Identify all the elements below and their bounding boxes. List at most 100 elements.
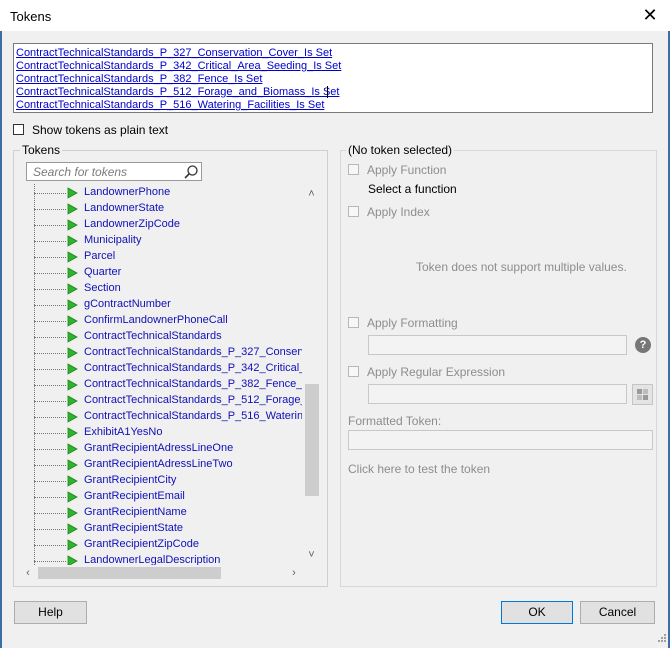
scroll-right-icon[interactable]: › — [286, 565, 302, 581]
token-arrow-icon — [67, 379, 78, 391]
tree-item-label: ExhibitA1YesNo — [84, 426, 163, 438]
search-placeholder: Search for tokens — [33, 165, 128, 179]
token-arrow-icon — [67, 539, 78, 551]
token-arrow-icon — [67, 395, 78, 407]
tree-item-label: GrantRecipientAdressLineTwo — [84, 458, 233, 470]
tree-item[interactable]: ContractTechnicalStandards_P_382_Fence_I… — [18, 377, 302, 393]
tree-item[interactable]: ContractTechnicalStandards_P_327_Conserv… — [18, 345, 302, 361]
tree-item[interactable]: GrantRecipientCity — [18, 473, 302, 489]
token-arrow-icon — [67, 331, 78, 343]
close-icon[interactable]: ✕ — [638, 3, 662, 27]
horizontal-scroll-thumb[interactable] — [38, 567, 221, 579]
scroll-left-icon[interactable]: ‹ — [20, 565, 36, 581]
regex-builder-button[interactable] — [632, 384, 653, 405]
tokens-group-caption: Tokens — [20, 143, 63, 157]
token-line[interactable]: ContractTechnicalStandards_P_382_Fence_I… — [16, 73, 262, 85]
tree-item-label: ContractTechnicalStandards_P_516_Waterin… — [84, 410, 302, 422]
tree-connector — [34, 433, 66, 434]
token-arrow-icon — [67, 459, 78, 471]
resize-grip-icon[interactable] — [655, 633, 667, 645]
tree-connector — [34, 529, 66, 530]
token-arrow-icon — [67, 555, 78, 565]
tree-item[interactable]: GrantRecipientName — [18, 505, 302, 521]
tree-item-label: gContractNumber — [84, 298, 171, 310]
tree-horizontal-scrollbar[interactable]: ‹ › — [18, 565, 303, 581]
token-line[interactable]: ContractTechnicalStandards_P_512_Forage_… — [16, 86, 339, 98]
tree-item[interactable]: Quarter — [18, 265, 302, 281]
ok-button[interactable]: OK — [501, 601, 573, 624]
apply-function-label: Apply Function — [367, 163, 447, 177]
scroll-up-icon[interactable]: ˄ — [303, 186, 320, 202]
formatting-field[interactable] — [368, 335, 627, 355]
show-plain-text-checkbox[interactable] — [13, 124, 24, 135]
text-caret — [327, 86, 328, 98]
regex-field[interactable] — [368, 384, 627, 404]
tree-item[interactable]: ContractTechnicalStandards_P_516_Waterin… — [18, 409, 302, 425]
token-tree[interactable]: LandownerPhone LandownerState LandownerZip… — [18, 184, 302, 565]
help-button[interactable]: Help — [14, 601, 87, 624]
token-text-box[interactable]: ContractTechnicalStandards_P_327_Conserv… — [13, 43, 653, 113]
tree-connector — [34, 241, 66, 242]
tree-item[interactable]: ContractTechnicalStandards_P_342_Critica… — [18, 361, 302, 377]
vertical-scroll-thumb[interactable] — [305, 384, 319, 496]
apply-index-checkbox[interactable] — [348, 206, 359, 217]
tree-item[interactable]: gContractNumber — [18, 297, 302, 313]
tree-item[interactable]: GrantRecipientAdressLineOne — [18, 441, 302, 457]
apply-formatting-checkbox[interactable] — [348, 317, 359, 328]
apply-index-label: Apply Index — [367, 205, 430, 219]
tree-item[interactable]: Municipality — [18, 233, 302, 249]
token-arrow-icon — [67, 219, 78, 231]
tree-item[interactable]: Parcel — [18, 249, 302, 265]
token-line[interactable]: ContractTechnicalStandards_P_342_Critica… — [16, 60, 341, 72]
cancel-button[interactable]: Cancel — [580, 601, 655, 624]
tree-item[interactable]: LandownerZipCode — [18, 217, 302, 233]
tree-item[interactable]: GrantRecipientState — [18, 521, 302, 537]
tree-item-label: GrantRecipientCity — [84, 474, 177, 486]
tree-item[interactable]: GrantRecipientEmail — [18, 489, 302, 505]
token-line[interactable]: ContractTechnicalStandards_P_516_Waterin… — [16, 99, 324, 111]
tree-connector — [34, 481, 66, 482]
token-arrow-icon — [67, 203, 78, 215]
search-input[interactable]: Search for tokens — [26, 162, 202, 181]
test-token-link[interactable]: Click here to test the token — [348, 462, 490, 476]
token-details-caption: (No token selected) — [346, 143, 455, 157]
token-arrow-icon — [67, 347, 78, 359]
select-function-text: Select a function — [368, 182, 457, 196]
tree-connector — [34, 209, 66, 210]
tree-vertical-scrollbar[interactable]: ˄ ˅ — [303, 184, 320, 565]
tree-connector — [34, 561, 66, 562]
tree-item-label: Parcel — [84, 250, 116, 262]
formatted-token-label: Formatted Token: — [348, 414, 442, 428]
token-arrow-icon — [67, 523, 78, 535]
token-arrow-icon — [67, 187, 78, 199]
tree-connector — [34, 353, 66, 354]
tree-connector — [34, 289, 66, 290]
tree-item[interactable]: ExhibitA1YesNo — [18, 425, 302, 441]
token-arrow-icon — [67, 283, 78, 295]
tree-item-label: ConfirmLandownerPhoneCall — [84, 314, 228, 326]
tree-item[interactable]: GrantRecipientZipCode — [18, 537, 302, 553]
tree-item[interactable]: LandownerState — [18, 201, 302, 217]
apply-function-checkbox[interactable] — [348, 164, 359, 175]
show-plain-text-label[interactable]: Show tokens as plain text — [32, 123, 168, 137]
token-arrow-icon — [67, 427, 78, 439]
tree-item-label: ContractTechnicalStandards_P_382_Fence_I… — [84, 378, 302, 390]
help-icon[interactable]: ? — [635, 337, 651, 353]
scroll-down-icon[interactable]: ˅ — [303, 547, 320, 563]
apply-regex-checkbox[interactable] — [348, 366, 359, 377]
tree-item[interactable]: LandownerPhone — [18, 185, 302, 201]
token-arrow-icon — [67, 315, 78, 327]
tree-item[interactable]: ContractTechnicalStandards_P_512_Forage_… — [18, 393, 302, 409]
tree-item-label: LandownerPhone — [84, 186, 171, 198]
tree-item[interactable]: Section — [18, 281, 302, 297]
token-line[interactable]: ContractTechnicalStandards_P_327_Conserv… — [16, 47, 332, 59]
tree-item-label: LandownerZipCode — [84, 218, 181, 230]
search-icon[interactable] — [183, 164, 199, 180]
tree-item[interactable]: ContractTechnicalStandards — [18, 329, 302, 345]
tree-item[interactable]: ConfirmLandownerPhoneCall — [18, 313, 302, 329]
tree-item[interactable]: LandownerLegalDescription — [18, 553, 302, 565]
tree-item-label: LandownerState — [84, 202, 165, 214]
token-arrow-icon — [67, 299, 78, 311]
tree-connector — [34, 257, 66, 258]
tree-item[interactable]: GrantRecipientAdressLineTwo — [18, 457, 302, 473]
